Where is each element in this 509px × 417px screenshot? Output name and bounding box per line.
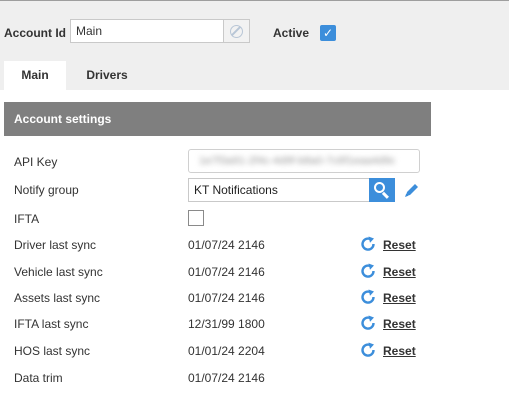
sync-row-label: IFTA last sync [14, 317, 89, 331]
data-trim-label: Data trim [14, 371, 63, 385]
sync-row-label: HOS last sync [14, 344, 91, 358]
data-trim-value: 01/07/24 2146 [188, 371, 265, 385]
tab-bar: Main Drivers [0, 61, 509, 90]
api-key-field[interactable]: 1e7f3a91-2f4c-4d9f-b8a0-7c6f1eaa4d9c [188, 149, 420, 173]
sync-row-value: 12/31/99 1800 [188, 317, 265, 331]
account-id-lookup-button[interactable] [224, 19, 250, 43]
sync-row-value: 01/07/24 2146 [188, 265, 265, 279]
check-icon: ✓ [322, 26, 334, 40]
reset-link[interactable]: Reset [383, 344, 416, 358]
account-settings-header: Account settings [4, 102, 431, 136]
refresh-icon[interactable] [359, 262, 377, 280]
account-id-input[interactable]: Main [70, 19, 224, 43]
reset-link[interactable]: Reset [383, 317, 416, 331]
pencil-icon[interactable] [402, 180, 422, 200]
notify-group-input[interactable]: KT Notifications [188, 178, 370, 202]
api-key-value: 1e7f3a91-2f4c-4d9f-b8a0-7c6f1eaa4d9c [199, 155, 396, 167]
active-checkbox[interactable]: ✓ [320, 25, 336, 41]
tab-main[interactable]: Main [4, 61, 66, 90]
refresh-icon[interactable] [359, 288, 377, 306]
active-label: Active [273, 26, 310, 40]
sync-row-label: Driver last sync [14, 238, 97, 252]
reset-link[interactable]: Reset [383, 265, 416, 279]
refresh-icon[interactable] [359, 314, 377, 332]
api-key-label: API Key [14, 155, 58, 169]
sync-row-value: 01/07/24 2146 [188, 291, 265, 305]
account-header: Account Id Main Active ✓ [0, 1, 509, 61]
account-id-label: Account Id [4, 26, 66, 40]
sync-row-label: Vehicle last sync [14, 265, 103, 279]
link-icon [230, 25, 243, 38]
ifta-checkbox[interactable] [188, 210, 204, 226]
reset-link[interactable]: Reset [383, 238, 416, 252]
notify-group-label: Notify group [14, 183, 79, 197]
sync-row-value: 01/01/24 2204 [188, 344, 265, 358]
refresh-icon[interactable] [359, 341, 377, 359]
notify-group-search-button[interactable] [369, 178, 395, 202]
reset-link[interactable]: Reset [383, 291, 416, 305]
sync-row-label: Assets last sync [14, 291, 101, 305]
sync-row-value: 01/07/24 2146 [188, 238, 265, 252]
ifta-label: IFTA [14, 212, 40, 226]
refresh-icon[interactable] [359, 235, 377, 253]
tab-drivers[interactable]: Drivers [70, 61, 144, 90]
